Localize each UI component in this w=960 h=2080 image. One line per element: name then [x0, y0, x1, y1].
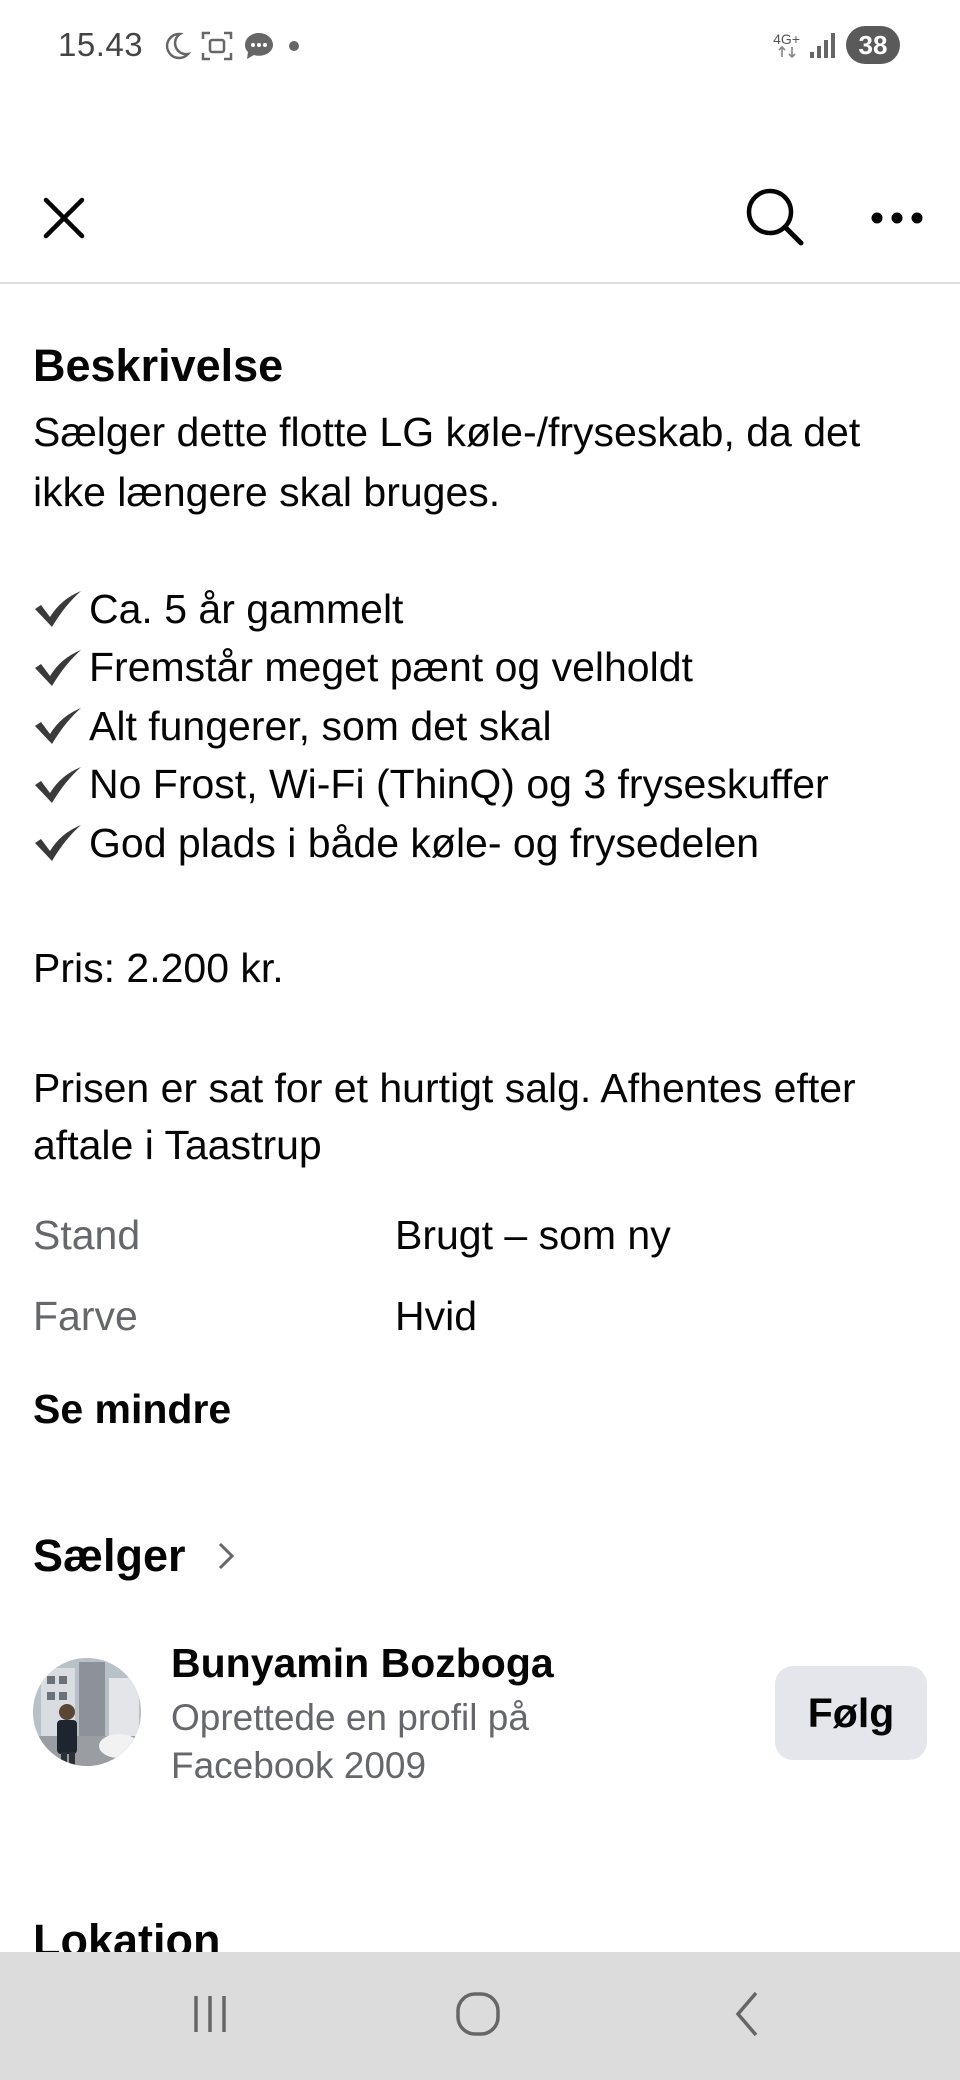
battery-indicator: 38 [846, 26, 900, 64]
seller-title: Sælger [33, 1530, 186, 1581]
checklist-text: God plads i både køle- og frysedelen [89, 819, 760, 866]
seller-card: Bunyamin Bozboga Oprettede en profil på … [33, 1640, 933, 1820]
search-icon [746, 188, 804, 246]
checklist-item: No Frost, Wi-Fi (ThinQ) og 3 fryseskuffe… [33, 756, 933, 815]
price-text: Pris: 2.200 kr. [33, 945, 284, 991]
status-bar: 15.43 4G+ 38 [0, 0, 960, 96]
chat-icon [245, 33, 273, 59]
recent-apps-button[interactable] [170, 1982, 250, 2046]
chevron-right-icon [218, 1542, 234, 1570]
checkmark-icon [33, 648, 89, 688]
recent-apps-icon [194, 1996, 226, 2032]
checkmark-icon [33, 706, 89, 746]
detail-label: Farve [33, 1293, 138, 1339]
checklist-text: Ca. 5 år gammelt [89, 585, 404, 632]
checkmark-icon [33, 823, 89, 863]
detail-value: Hvid [395, 1293, 478, 1339]
back-icon [735, 1991, 758, 2037]
checklist-text: Alt fungerer, som det skal [89, 702, 552, 749]
checkmark-icon [33, 765, 89, 805]
screenshot-icon [201, 31, 233, 61]
avatar[interactable] [33, 1658, 141, 1766]
detail-row-color: Farve Hvid [33, 1293, 477, 1340]
status-icons-right: 4G+ 38 [773, 26, 900, 64]
checklist-item: God plads i både køle- og frysedelen [33, 814, 933, 873]
status-icons-left [160, 30, 304, 62]
close-icon [43, 197, 85, 239]
checklist-text: No Frost, Wi-Fi (ThinQ) og 3 fryseskuffe… [89, 761, 829, 808]
search-button[interactable] [740, 182, 810, 252]
status-time: 15.43 [58, 26, 144, 63]
checkmark-icon [33, 589, 89, 629]
checklist-item: Alt fungerer, som det skal [33, 697, 933, 756]
detail-label: Stand [33, 1212, 141, 1258]
description-title: Beskrivelse [33, 340, 284, 391]
see-less-link[interactable]: Se mindre [33, 1386, 231, 1433]
detail-value: Brugt – som ny [395, 1212, 671, 1258]
follow-button[interactable]: Følg [775, 1666, 927, 1760]
data-arrows-icon [777, 46, 796, 58]
top-nav [0, 160, 960, 284]
home-icon [456, 1992, 500, 2036]
back-button[interactable] [708, 1982, 788, 2046]
checklist-item: Fremstår meget pænt og velholdt [33, 639, 933, 698]
network-label: 4G+ [773, 31, 800, 47]
more-options-button[interactable] [862, 188, 932, 248]
moon-icon [165, 32, 192, 60]
feature-checklist: Ca. 5 år gammelt Fremstår meget pænt og … [33, 580, 933, 873]
home-button[interactable] [438, 1982, 518, 2046]
signal-icon [810, 33, 835, 58]
network-indicator: 4G+ [773, 32, 800, 58]
listing-content: Beskrivelse Sælger dette flotte LG køle-… [33, 340, 933, 1966]
description-intro: Sælger dette flotte LG køle-/fryseskab, … [33, 409, 861, 515]
close-button[interactable] [34, 188, 94, 248]
seller-joined-text: Oprettede en profil på Facebook 2009 [171, 1697, 529, 1786]
more-icon [871, 212, 923, 224]
checklist-item: Ca. 5 år gammelt [33, 580, 933, 639]
system-nav-bar [0, 1952, 960, 2080]
dot-icon [289, 41, 299, 51]
seller-name[interactable]: Bunyamin Bozboga [171, 1640, 554, 1687]
pickup-note: Prisen er sat for et hurtigt salg. Afhen… [33, 1065, 856, 1168]
detail-row-condition: Stand Brugt – som ny [33, 1212, 671, 1259]
seller-header[interactable]: Sælger [33, 1530, 236, 1582]
checklist-text: Fremstår meget pænt og velholdt [89, 644, 693, 691]
